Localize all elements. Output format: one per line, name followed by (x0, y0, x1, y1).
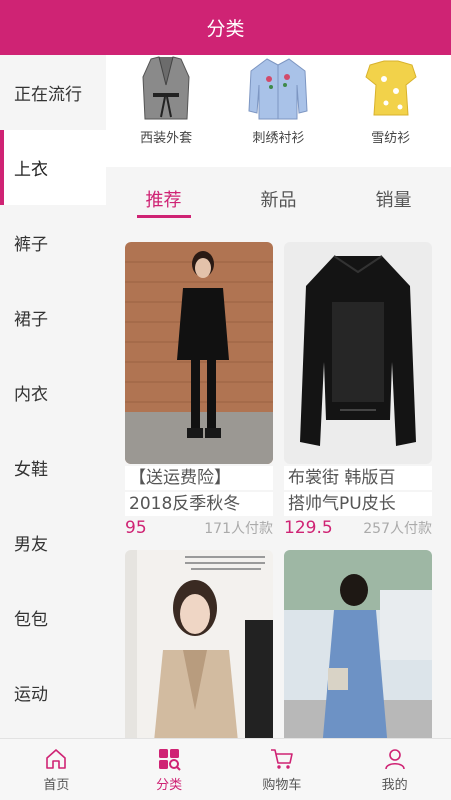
sort-tabs: 推荐 新品 销量 (106, 167, 451, 230)
tab-label: 销量 (375, 189, 412, 211)
main-content: 西装外套 刺绣衬衫 雪纺衫 推荐 新品 销量 【送运费险】 2018反季秋冬 9… (106, 55, 451, 738)
product-sold-count: 171人付款 (204, 521, 273, 537)
nav-label: 首页 (43, 777, 70, 793)
nav-label: 我的 (381, 777, 408, 793)
sidebar-item-label: 包包 (14, 610, 48, 630)
product-meta: 95 171人付款 (125, 516, 273, 538)
product-title: 【送运费险】 (125, 466, 273, 490)
sidebar-item-label: 内衣 (14, 385, 48, 405)
product-meta: 129.5 257人付款 (284, 516, 432, 538)
nav-label: 购物车 (262, 777, 302, 793)
tab-new[interactable]: 新品 (221, 167, 336, 230)
bottom-navigation: 首页 分类 购物车 我的 (0, 738, 451, 800)
cart-icon (270, 748, 293, 769)
tab-label: 新品 (260, 189, 297, 211)
sidebar-item-pants[interactable]: 裤子 (0, 205, 106, 280)
category-icon (159, 748, 181, 771)
embroidered-shirt-icon (248, 58, 309, 120)
product-grid: 【送运费险】 2018反季秋冬 95 171人付款 布裳街 韩版百 搭帅气PU皮… (106, 230, 451, 738)
tab-label: 推荐 (145, 189, 182, 211)
profile-icon (384, 748, 405, 769)
nav-profile[interactable]: 我的 (338, 739, 451, 800)
home-icon (46, 748, 67, 769)
sidebar-item-bags[interactable]: 包包 (0, 580, 106, 655)
page-title: 分类 (206, 18, 245, 40)
sidebar-item-label: 正在流行 (14, 85, 82, 105)
sidebar-item-label: 女鞋 (14, 460, 48, 480)
subcategory-label: 西装外套 (140, 131, 193, 146)
sidebar-item-skirts[interactable]: 裙子 (0, 280, 106, 355)
category-sidebar: 正在流行 上衣 裤子 裙子 内衣 女鞋 男友 包包 运动 (0, 55, 106, 738)
product-photo (125, 242, 273, 464)
sidebar-item-sports[interactable]: 运动 (0, 655, 106, 730)
tab-sales[interactable]: 销量 (336, 167, 451, 230)
product-price: 95 (125, 518, 147, 538)
subcategory-label: 刺绣衬衫 (252, 131, 305, 146)
sidebar-item-label: 裤子 (14, 235, 48, 255)
product-card[interactable] (284, 550, 432, 738)
sidebar-item-shoes[interactable]: 女鞋 (0, 430, 106, 505)
nav-category[interactable]: 分类 (113, 739, 226, 800)
product-card[interactable]: 【送运费险】 2018反季秋冬 95 171人付款 (125, 242, 273, 538)
sidebar-item-boyfriend[interactable]: 男友 (0, 505, 106, 580)
subcategory-label: 雪纺衫 (371, 131, 411, 146)
subcategory-chiffon-top[interactable]: 雪纺衫 (341, 55, 441, 167)
sidebar-item-tops[interactable]: 上衣 (0, 130, 106, 205)
subcategory-blazer[interactable]: 西装外套 (116, 55, 216, 167)
product-photo (284, 550, 432, 738)
product-sold-count: 257人付款 (363, 521, 432, 537)
sidebar-item-label: 运动 (14, 685, 48, 705)
sidebar-item-underwear[interactable]: 内衣 (0, 355, 106, 430)
product-price: 129.5 (284, 518, 333, 538)
nav-cart[interactable]: 购物车 (226, 739, 339, 800)
sidebar-item-label: 男友 (14, 535, 48, 555)
product-photo (284, 242, 432, 464)
app-root: 分类 正在流行 上衣 裤子 裙子 内衣 女鞋 男友 包包 运动 西装外套 刺绣衬… (0, 0, 451, 800)
nav-home[interactable]: 首页 (0, 739, 113, 800)
product-subtitle: 2018反季秋冬 (125, 492, 273, 516)
subcategory-embroidered-shirt[interactable]: 刺绣衬衫 (228, 55, 328, 167)
chiffon-top-icon (365, 60, 417, 116)
product-photo (125, 550, 273, 738)
product-card[interactable] (125, 550, 273, 738)
tab-recommended[interactable]: 推荐 (106, 167, 221, 230)
nav-label: 分类 (156, 777, 183, 793)
header-bar: 分类 (0, 0, 451, 55)
sidebar-item-trending[interactable]: 正在流行 (0, 55, 106, 130)
product-card[interactable]: 布裳街 韩版百 搭帅气PU皮长 129.5 257人付款 (284, 242, 432, 538)
product-title: 布裳街 韩版百 (284, 466, 432, 490)
product-subtitle: 搭帅气PU皮长 (284, 492, 432, 516)
sidebar-item-label: 裙子 (14, 310, 48, 330)
subcategory-row: 西装外套 刺绣衬衫 雪纺衫 (106, 55, 451, 167)
sidebar-item-label: 上衣 (14, 160, 48, 180)
blazer-icon (142, 56, 190, 120)
